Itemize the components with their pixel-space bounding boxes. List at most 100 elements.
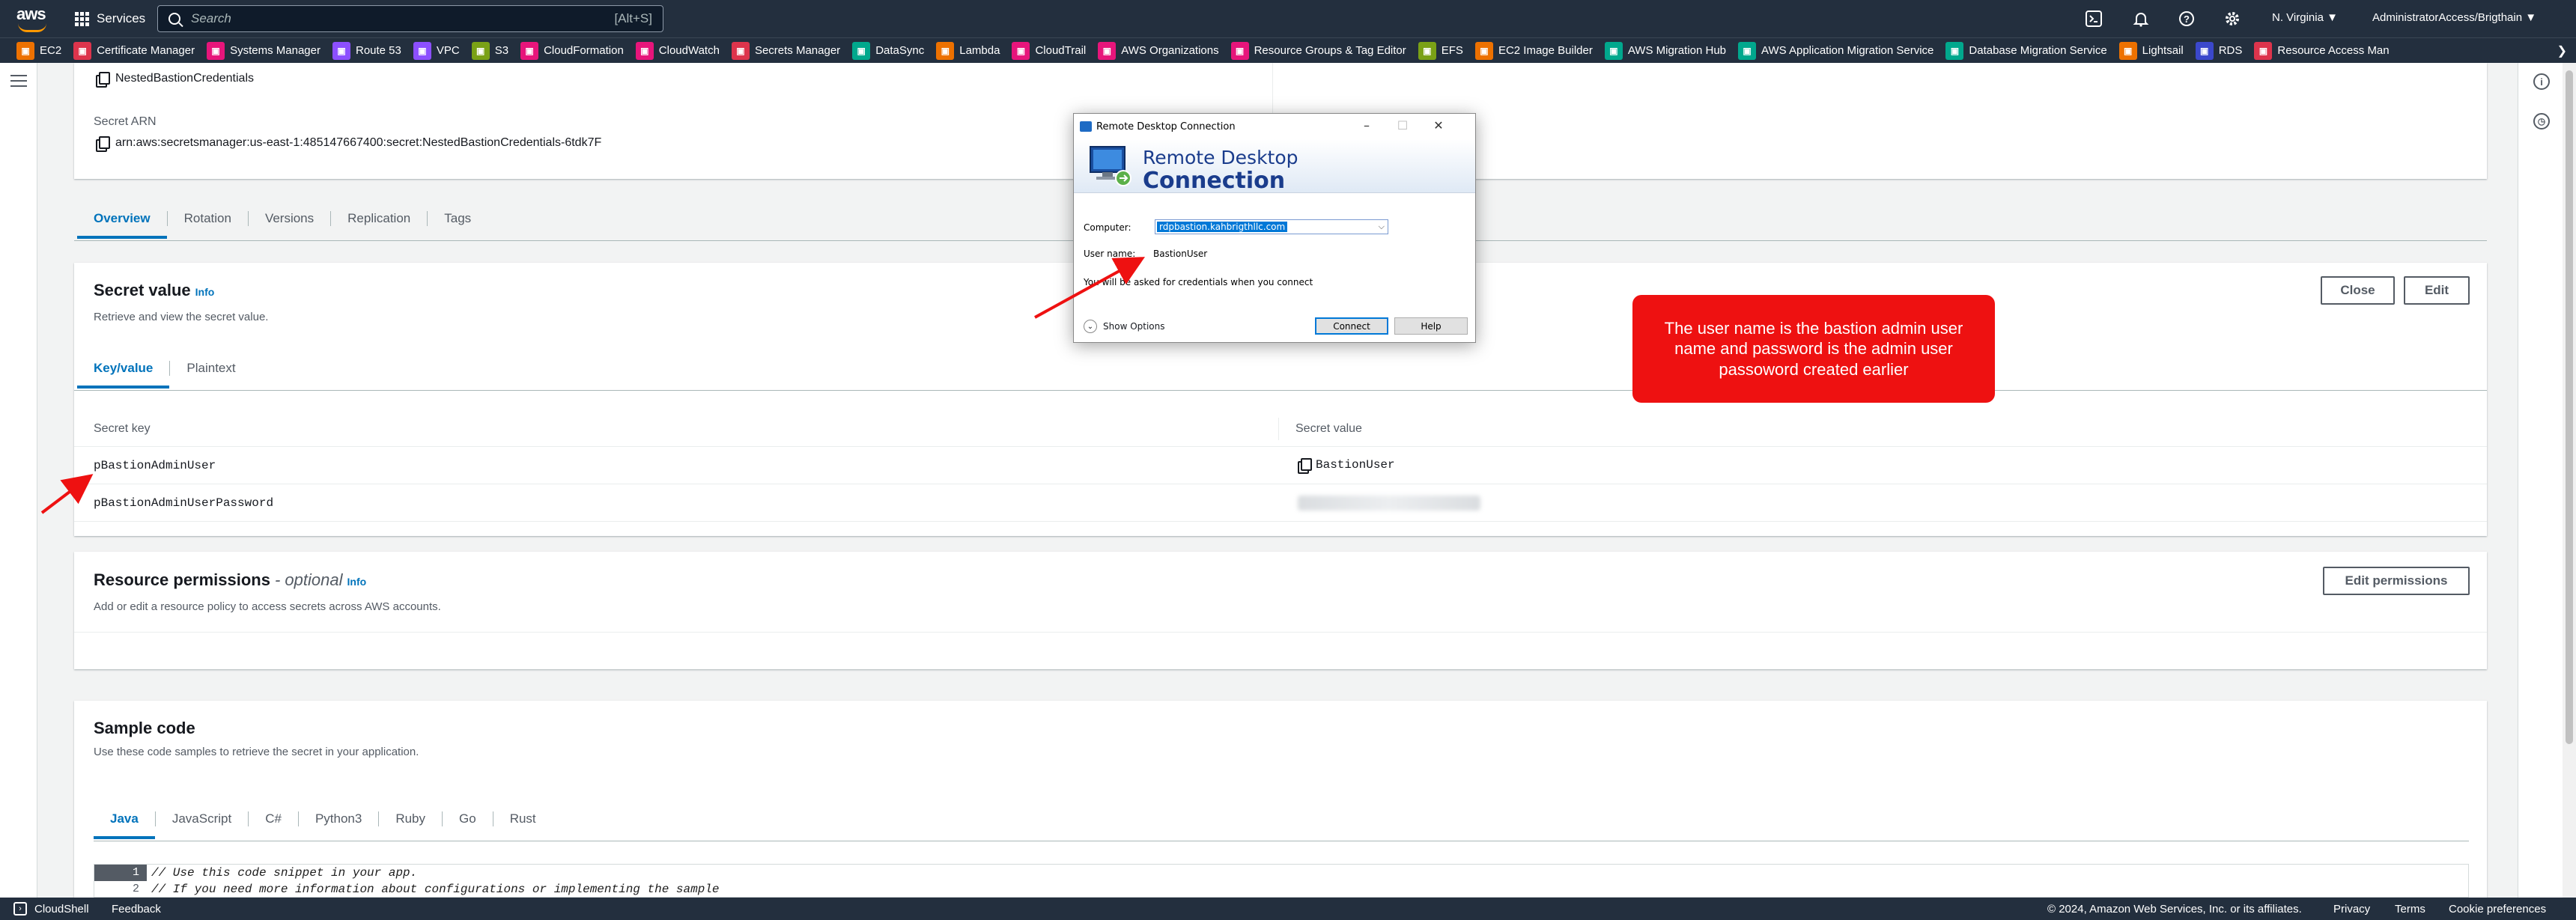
resource-permissions-description: Add or edit a resource policy to access … — [94, 600, 441, 613]
copy-icon[interactable] — [96, 136, 110, 152]
row-key: pBastionAdminUser — [94, 459, 216, 472]
tab-versions[interactable]: Versions — [247, 211, 330, 226]
settings-gear-icon[interactable] — [2223, 9, 2242, 28]
favorite-cloudformation[interactable]: ▣ CloudFormation — [520, 41, 624, 60]
col-divider — [1278, 418, 1279, 440]
favorite-lightsail[interactable]: ▣ Lightsail — [2118, 41, 2184, 60]
copy-icon[interactable] — [96, 72, 110, 88]
favorite-label: Systems Manager — [230, 44, 321, 57]
account-menu[interactable]: AdministratorAccess/Brigthain ▼ — [2372, 11, 2536, 24]
favorite-label: CloudWatch — [658, 44, 720, 57]
code-editor[interactable]: 1 // Use this code snippet in your app. … — [94, 864, 2469, 898]
favorite-label: AWS Migration Hub — [1627, 44, 1727, 57]
tab-rust[interactable]: Rust — [492, 811, 553, 826]
tab-replication[interactable]: Replication — [330, 211, 427, 226]
favorite-vpc[interactable]: ▣ VPC — [413, 41, 460, 60]
optional-label: - optional — [274, 570, 343, 589]
scrollbar-thumb[interactable] — [2566, 70, 2573, 744]
tab-key-value[interactable]: Key/value — [77, 361, 170, 389]
favorite-efs[interactable]: ▣ EFS — [1418, 41, 1463, 60]
services-menu[interactable]: Services — [75, 7, 145, 30]
favorite-label: Lambda — [959, 44, 1000, 57]
tab-overview[interactable]: Overview — [77, 211, 167, 239]
favorite-resource-groups[interactable]: ▣ Resource Groups & Tag Editor — [1230, 41, 1406, 60]
close-icon[interactable]: ✕ — [1427, 118, 1450, 132]
main-tabs: Overview Rotation Versions Replication T… — [77, 211, 487, 239]
tab-csharp[interactable]: C# — [248, 811, 298, 826]
favorite-label: EC2 Image Builder — [1498, 44, 1593, 57]
favorite-label: S3 — [494, 44, 509, 57]
favorite-dms[interactable]: ▣ Database Migration Service — [1945, 41, 2107, 60]
username-value: BastionUser — [1153, 249, 1208, 259]
terms-link[interactable]: Terms — [2395, 903, 2425, 916]
favorite-systems-manager[interactable]: ▣ Systems Manager — [207, 41, 321, 60]
favorites-scroll-right-icon[interactable]: ❯ — [2557, 43, 2567, 58]
minimize-icon[interactable]: – — [1355, 118, 1378, 132]
favorite-migration-hub[interactable]: ▣ AWS Migration Hub — [1604, 41, 1727, 60]
favorite-rds[interactable]: ▣ RDS — [2195, 41, 2242, 60]
aws-logo[interactable]: aws — [16, 4, 49, 33]
cookie-preferences-link[interactable]: Cookie preferences — [2449, 903, 2546, 916]
annotation-callout: The user name is the bastion admin user … — [1632, 295, 1995, 403]
favorite-secrets-manager[interactable]: ▣ Secrets Manager — [731, 41, 840, 60]
resource-permissions-info-link[interactable]: Info — [347, 576, 367, 588]
notifications-bell-icon[interactable] — [2131, 9, 2151, 28]
computer-value: rdpbastion.kahbrigthllc.com — [1157, 222, 1288, 232]
favorite-datasync[interactable]: ▣ DataSync — [852, 41, 924, 60]
cloudshell-icon[interactable] — [2084, 9, 2103, 28]
chevron-down-icon[interactable]: ⌵ — [1379, 222, 1385, 232]
favorite-lambda[interactable]: ▣ Lambda — [936, 41, 1000, 60]
route53-icon: ▣ — [332, 41, 350, 60]
expand-chevron-icon: ⌄ — [1084, 320, 1097, 333]
favorite-ec2[interactable]: ▣ EC2 — [16, 41, 61, 60]
edit-button[interactable]: Edit — [2404, 276, 2470, 305]
favorite-cloudtrail[interactable]: ▣ CloudTrail — [1012, 41, 1086, 60]
close-button[interactable]: Close — [2321, 276, 2395, 305]
tab-ruby[interactable]: Ruby — [378, 811, 442, 826]
tab-plaintext[interactable]: Plaintext — [169, 361, 252, 376]
tab-rotation[interactable]: Rotation — [166, 211, 248, 226]
feedback-link[interactable]: Feedback — [112, 903, 161, 916]
favorite-route53[interactable]: ▣ Route 53 — [332, 41, 401, 60]
page-scrollbar[interactable] — [2563, 63, 2576, 898]
history-icon[interactable]: ◷ — [2533, 113, 2550, 130]
favorite-image-builder[interactable]: ▣ EC2 Image Builder — [1474, 41, 1593, 60]
services-label: Services — [97, 11, 146, 25]
show-options-toggle[interactable]: ⌄ Show Options — [1084, 320, 1165, 333]
secret-value-info-link[interactable]: Info — [195, 286, 215, 298]
favorite-certificate-manager[interactable]: ▣ Certificate Manager — [73, 41, 195, 60]
tab-go[interactable]: Go — [442, 811, 493, 826]
menu-hamburger-icon[interactable] — [10, 75, 27, 91]
info-panel-icon[interactable]: i — [2533, 73, 2550, 90]
rds-icon: ▣ — [2195, 41, 2214, 60]
favorites-bar: ▣ EC2 ▣ Certificate Manager ▣ Systems Manager… — [0, 37, 2576, 63]
copy-icon[interactable] — [1298, 458, 1312, 474]
region-selector[interactable]: N. Virginia ▼ — [2272, 11, 2338, 24]
connect-button[interactable]: Connect — [1315, 317, 1388, 335]
tab-tags[interactable]: Tags — [427, 211, 487, 226]
favorite-app-migration[interactable]: ▣ AWS Application Migration Service — [1738, 41, 1933, 60]
edit-permissions-button[interactable]: Edit permissions — [2323, 567, 2470, 595]
rdp-banner: Remote Desktop Connection — [1074, 139, 1475, 194]
rdp-titlebar[interactable]: Remote Desktop Connection — [1074, 114, 1475, 139]
resource-permissions-panel: Resource permissions - optional Info Add… — [74, 552, 2487, 669]
favorite-cloudwatch[interactable]: ▣ CloudWatch — [635, 41, 720, 60]
code-text: // If you need more information about co… — [151, 883, 720, 896]
secret-arn-value: arn:aws:secretsmanager:us-east-1:4851476… — [115, 136, 602, 149]
help-button[interactable]: Help — [1394, 317, 1468, 335]
divider — [74, 632, 2487, 633]
favorite-s3[interactable]: ▣ S3 — [471, 41, 509, 60]
tab-javascript[interactable]: JavaScript — [154, 811, 248, 826]
sample-code-description: Use these code samples to retrieve the s… — [94, 746, 419, 758]
favorite-label: Route 53 — [355, 44, 401, 57]
tab-python3[interactable]: Python3 — [297, 811, 378, 826]
search-shortcut: [Alt+S] — [614, 11, 652, 25]
computer-input[interactable]: rdpbastion.kahbrigthllc.com ⌵ — [1155, 219, 1388, 234]
tab-java[interactable]: Java — [94, 811, 155, 839]
cloudshell-link[interactable]: CloudShell — [34, 903, 89, 916]
favorite-ram[interactable]: ▣ Resource Access Man — [2254, 41, 2390, 60]
help-icon[interactable]: ? — [2177, 9, 2196, 28]
search-input[interactable]: Search [Alt+S] — [157, 5, 663, 32]
privacy-link[interactable]: Privacy — [2333, 903, 2370, 916]
favorite-organizations[interactable]: ▣ AWS Organizations — [1098, 41, 1219, 60]
